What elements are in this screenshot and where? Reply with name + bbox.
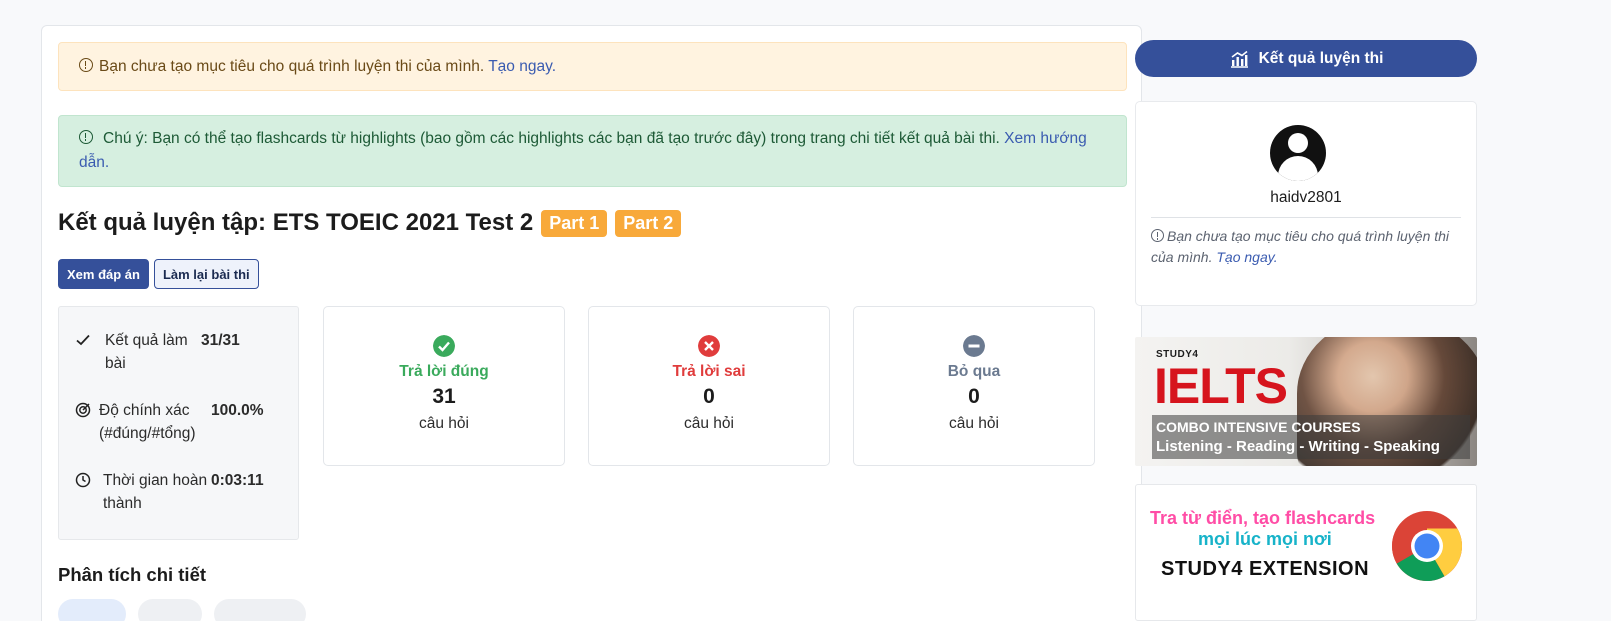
test-results-button[interactable]: Kết quả luyện thi: [1135, 40, 1477, 77]
check-circle-icon: [433, 335, 455, 357]
correct-answers-card: Trả lời đúng 31 câu hỏi: [323, 306, 565, 466]
profile-goal-note: Bạn chưa tạo mục tiêu cho quá trình luyệ…: [1151, 226, 1461, 268]
page-title: Kết quả luyện tập: ETS TOEIC 2021 Test 2…: [58, 209, 682, 237]
skipped-card: Bỏ qua 0 câu hỏi: [853, 306, 1095, 466]
page-title-text: Kết quả luyện tập: ETS TOEIC 2021 Test 2: [58, 209, 534, 236]
banner-line2: Listening - Reading - Writing - Speaking: [1156, 438, 1440, 455]
extension-line2: mọi lúc mọi nơi: [1198, 529, 1332, 549]
banner-headline: IELTS: [1154, 358, 1288, 414]
profile-goal-text: Bạn chưa tạo mục tiêu cho quá trình luyệ…: [1151, 228, 1450, 265]
flashcard-note-alert: Chú ý: Bạn có thể tạo flashcards từ high…: [58, 115, 1127, 187]
goal-alert-text: Bạn chưa tạo mục tiêu cho quá trình luyệ…: [99, 58, 485, 75]
detail-analysis-title: Phân tích chi tiết: [58, 564, 207, 585]
stats-summary: Kết quả làm bài 31/31 Độ chính xác (#đún…: [58, 306, 299, 540]
stat-label: Kết quả làm bài: [105, 332, 188, 372]
stat-value: 0:03:11: [211, 472, 264, 489]
analysis-tab[interactable]: [214, 599, 306, 621]
stat-label: Độ chính xác (#đúng/#tổng): [99, 402, 196, 442]
avatar: [1270, 125, 1326, 181]
profile-create-goal-link[interactable]: Tạo ngay.: [1216, 249, 1277, 265]
check-icon: [76, 334, 90, 346]
info-icon: [1151, 229, 1164, 242]
result-unit: câu hỏi: [949, 415, 999, 432]
result-value: 0: [968, 385, 980, 408]
result-unit: câu hỏi: [419, 415, 469, 432]
profile-card: haidv2801 Bạn chưa tạo mục tiêu cho quá …: [1135, 101, 1477, 306]
x-circle-icon: [698, 335, 720, 357]
analysis-tab[interactable]: [58, 599, 126, 621]
main-card: Bạn chưa tạo mục tiêu cho quá trình luyệ…: [41, 25, 1142, 621]
chart-icon: [1230, 50, 1248, 68]
extension-line1: Tra từ điển, tạo flashcards: [1150, 508, 1376, 528]
stat-row-accuracy: Độ chính xác (#đúng/#tổng) 100.0%: [75, 399, 285, 445]
ielts-course-banner[interactable]: STUDY4 IELTS COMBO INTENSIVE COURSES Lis…: [1135, 337, 1477, 466]
stat-row-result: Kết quả làm bài 31/31: [75, 329, 285, 375]
redo-test-button[interactable]: Làm lại bài thi: [153, 259, 259, 289]
banner-line1: COMBO INTENSIVE COURSES: [1156, 419, 1361, 435]
stat-label: Thời gian hoàn thành: [103, 472, 208, 512]
create-goal-link[interactable]: Tạo ngay.: [488, 58, 556, 75]
extension-banner[interactable]: Tra từ điển, tạo flashcards mọi lúc mọi …: [1135, 484, 1477, 621]
analysis-tab[interactable]: [138, 599, 202, 621]
goal-alert: Bạn chưa tạo mục tiêu cho quá trình luyệ…: [58, 42, 1127, 91]
info-icon: [79, 130, 93, 144]
clock-icon: [75, 472, 91, 488]
result-label: Trả lời đúng: [399, 363, 489, 380]
target-icon: [75, 402, 91, 418]
part-badge: Part 2: [615, 209, 682, 237]
action-buttons: Xem đáp án Làm lại bài thi: [58, 259, 259, 289]
view-answers-button[interactable]: Xem đáp án: [58, 259, 149, 289]
result-label: Bỏ qua: [947, 363, 1001, 380]
chrome-logo-icon: [1392, 511, 1462, 581]
stat-value: 100.0%: [211, 402, 264, 419]
result-value: 0: [703, 385, 715, 408]
result-value: 31: [432, 385, 456, 408]
test-results-label: Kết quả luyện thi: [1258, 49, 1384, 67]
result-label: Trả lời sai: [672, 363, 746, 380]
minus-circle-icon: [963, 335, 985, 357]
divider: [1151, 217, 1461, 218]
flashcard-note-text: Chú ý: Bạn có thể tạo flashcards từ high…: [103, 130, 1000, 147]
wrong-answers-card: Trả lời sai 0 câu hỏi: [588, 306, 830, 466]
username: haidv2801: [1270, 189, 1342, 206]
stat-value: 31/31: [201, 332, 240, 349]
stat-row-time: Thời gian hoàn thành 0:03:11: [75, 469, 285, 515]
part-badge: Part 1: [541, 209, 608, 237]
result-unit: câu hỏi: [684, 415, 734, 432]
info-icon: [79, 58, 93, 72]
extension-line3: STUDY4 EXTENSION: [1161, 558, 1370, 580]
